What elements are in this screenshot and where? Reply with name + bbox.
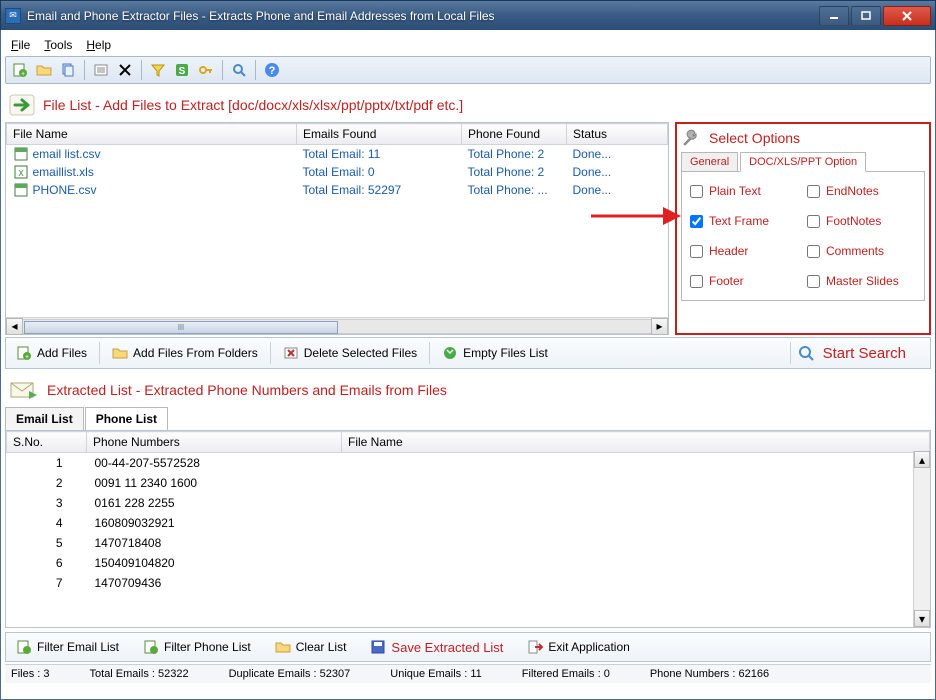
delete-icon[interactable] xyxy=(115,60,135,80)
svg-text:S: S xyxy=(179,66,186,77)
titlebar: ✉ Email and Phone Extractor Files - Extr… xyxy=(0,0,936,30)
file-row[interactable]: PHONE.csv Total Email: 52297 Total Phone… xyxy=(7,181,668,199)
col-file-name[interactable]: File Name xyxy=(342,432,930,453)
main-toolbar: + S ? xyxy=(5,56,931,84)
csv-icon xyxy=(13,146,29,162)
col-status[interactable]: Status xyxy=(567,124,668,145)
extracted-header: Extracted List - Extracted Phone Numbers… xyxy=(5,375,931,405)
window-title: Email and Phone Extractor Files - Extrac… xyxy=(27,9,819,23)
extracted-table: S.No. Phone Numbers File Name 100-44-207… xyxy=(6,431,930,593)
empty-list-button[interactable]: Empty Files List xyxy=(436,343,554,363)
table-row[interactable]: 51470718408 xyxy=(7,533,930,553)
clear-list-button[interactable]: Clear List xyxy=(269,637,353,657)
scroll-down-icon[interactable]: ▾ xyxy=(914,610,930,627)
filter-phone-button[interactable]: Filter Phone List xyxy=(137,637,257,657)
table-row[interactable]: 71470709436 xyxy=(7,573,930,593)
status-duplicate-emails: Duplicate Emails : 52307 xyxy=(229,668,351,680)
opt-footnotes[interactable]: FootNotes xyxy=(807,214,916,228)
add-files-button[interactable]: +Add Files xyxy=(10,343,93,363)
copy-icon[interactable] xyxy=(58,60,78,80)
list-icon[interactable] xyxy=(91,60,111,80)
extracted-title: Extracted List - Extracted Phone Numbers… xyxy=(47,382,447,398)
svg-text:+: + xyxy=(25,354,29,361)
status-unique-emails: Unique Emails : 11 xyxy=(390,668,482,680)
search-icon xyxy=(797,344,815,362)
menu-help[interactable]: Help xyxy=(86,38,111,52)
minimize-button[interactable] xyxy=(819,6,849,26)
opt-master-slides[interactable]: Master Slides xyxy=(807,274,916,288)
table-row[interactable]: 6150409104820 xyxy=(7,553,930,573)
app-icon: ✉ xyxy=(5,8,21,24)
col-filename[interactable]: File Name xyxy=(7,124,297,145)
filter-email-button[interactable]: Filter Email List xyxy=(10,637,125,657)
filter-icon[interactable] xyxy=(148,60,168,80)
start-search-button[interactable]: Start Search xyxy=(797,344,926,362)
file-list-title: File List - Add Files to Extract [doc/do… xyxy=(43,97,463,113)
opt-footer[interactable]: Footer xyxy=(690,274,799,288)
tab-email-list[interactable]: Email List xyxy=(5,407,84,431)
envelope-icon xyxy=(9,379,39,401)
scroll-left-icon[interactable]: ◂ xyxy=(6,318,23,335)
options-title: Select Options xyxy=(709,130,800,146)
file-row[interactable]: email list.csv Total Email: 11 Total Pho… xyxy=(7,145,668,164)
file-actions-toolbar: +Add Files Add Files From Folders Delete… xyxy=(5,337,931,369)
maximize-button[interactable] xyxy=(851,6,881,26)
arrow-right-icon xyxy=(9,94,35,116)
help-icon[interactable]: ? xyxy=(262,60,282,80)
svg-text:X: X xyxy=(18,169,24,178)
col-phone-numbers[interactable]: Phone Numbers xyxy=(87,432,342,453)
delete-selected-button[interactable]: Delete Selected Files xyxy=(277,343,423,363)
skype-icon[interactable]: S xyxy=(172,60,192,80)
bottom-toolbar: Filter Email List Filter Phone List Clea… xyxy=(5,632,931,662)
svg-text:+: + xyxy=(21,71,25,78)
close-button[interactable] xyxy=(883,6,931,26)
file-list-header: File List - Add Files to Extract [doc/do… xyxy=(5,88,931,122)
svg-text:?: ? xyxy=(269,65,276,77)
col-sno[interactable]: S.No. xyxy=(7,432,87,453)
exit-button[interactable]: Exit Application xyxy=(521,637,635,657)
menu-file[interactable]: File xyxy=(11,38,30,52)
file-list-panel: File Name Emails Found Phone Found Statu… xyxy=(5,122,669,335)
col-phone[interactable]: Phone Found xyxy=(462,124,567,145)
status-files: Files : 3 xyxy=(11,668,50,680)
status-phone-numbers: Phone Numbers : 62166 xyxy=(650,668,769,680)
key-icon[interactable] xyxy=(196,60,216,80)
add-file-icon[interactable]: + xyxy=(10,60,30,80)
add-folders-button[interactable]: Add Files From Folders xyxy=(106,343,264,363)
table-row[interactable]: 4160809032921 xyxy=(7,513,930,533)
add-folder-icon[interactable] xyxy=(34,60,54,80)
csv-icon xyxy=(13,182,29,198)
opt-plain-text[interactable]: Plain Text xyxy=(690,184,799,198)
save-extracted-button[interactable]: Save Extracted List xyxy=(364,637,509,657)
search-icon[interactable] xyxy=(229,60,249,80)
status-filtered-emails: Filtered Emails : 0 xyxy=(522,668,610,680)
file-row[interactable]: Xemaillist.xls Total Email: 0 Total Phon… xyxy=(7,163,668,181)
options-panel: Select Options General DOC/XLS/PPT Optio… xyxy=(675,122,931,335)
scroll-right-icon[interactable]: ▸ xyxy=(651,318,668,335)
menu-tools[interactable]: Tools xyxy=(44,38,72,52)
table-row[interactable]: 20091 11 2340 1600 xyxy=(7,473,930,493)
tab-doc-option[interactable]: DOC/XLS/PPT Option xyxy=(740,152,866,172)
col-emails[interactable]: Emails Found xyxy=(297,124,462,145)
vertical-scrollbar[interactable]: ▴ ▾ xyxy=(913,451,930,627)
file-table: File Name Emails Found Phone Found Statu… xyxy=(6,123,668,317)
table-row[interactable]: 100-44-207-5572528 xyxy=(7,453,930,474)
opt-comments[interactable]: Comments xyxy=(807,244,916,258)
menubar: File Tools Help xyxy=(5,34,931,56)
xls-icon: X xyxy=(13,164,29,180)
statusbar: Files : 3 Total Emails : 52322 Duplicate… xyxy=(5,664,931,683)
opt-header[interactable]: Header xyxy=(690,244,799,258)
tab-general[interactable]: General xyxy=(681,152,738,172)
table-row[interactable]: 30161 228 2255 xyxy=(7,493,930,513)
extracted-table-panel: S.No. Phone Numbers File Name 100-44-207… xyxy=(5,430,931,628)
opt-text-frame[interactable]: Text Frame xyxy=(690,214,799,228)
scroll-up-icon[interactable]: ▴ xyxy=(914,451,930,468)
tab-phone-list[interactable]: Phone List xyxy=(85,407,168,431)
opt-endnotes[interactable]: EndNotes xyxy=(807,184,916,198)
horizontal-scrollbar[interactable]: ◂ ▸ xyxy=(6,317,668,334)
wrench-icon xyxy=(681,128,703,148)
status-total-emails: Total Emails : 52322 xyxy=(90,668,189,680)
